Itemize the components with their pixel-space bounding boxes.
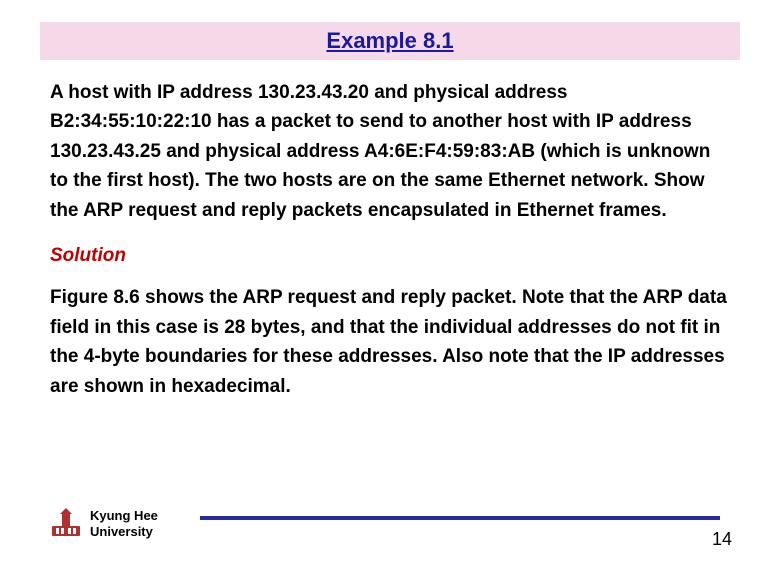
university-logo-icon: [50, 508, 82, 538]
university-line2: University: [90, 524, 158, 540]
problem-text: A host with IP address 130.23.43.20 and …: [50, 78, 730, 225]
university-line1: Kyung Hee: [90, 508, 158, 524]
solution-text: Figure 8.6 shows the ARP request and rep…: [50, 283, 730, 401]
title-bar: Example 8.1: [40, 22, 740, 60]
solution-heading: Solution: [50, 245, 730, 267]
footer: Kyung Hee University 14: [0, 502, 780, 552]
footer-rule: [200, 516, 720, 520]
university-name: Kyung Hee University: [90, 508, 158, 539]
example-title: Example 8.1: [326, 28, 453, 53]
